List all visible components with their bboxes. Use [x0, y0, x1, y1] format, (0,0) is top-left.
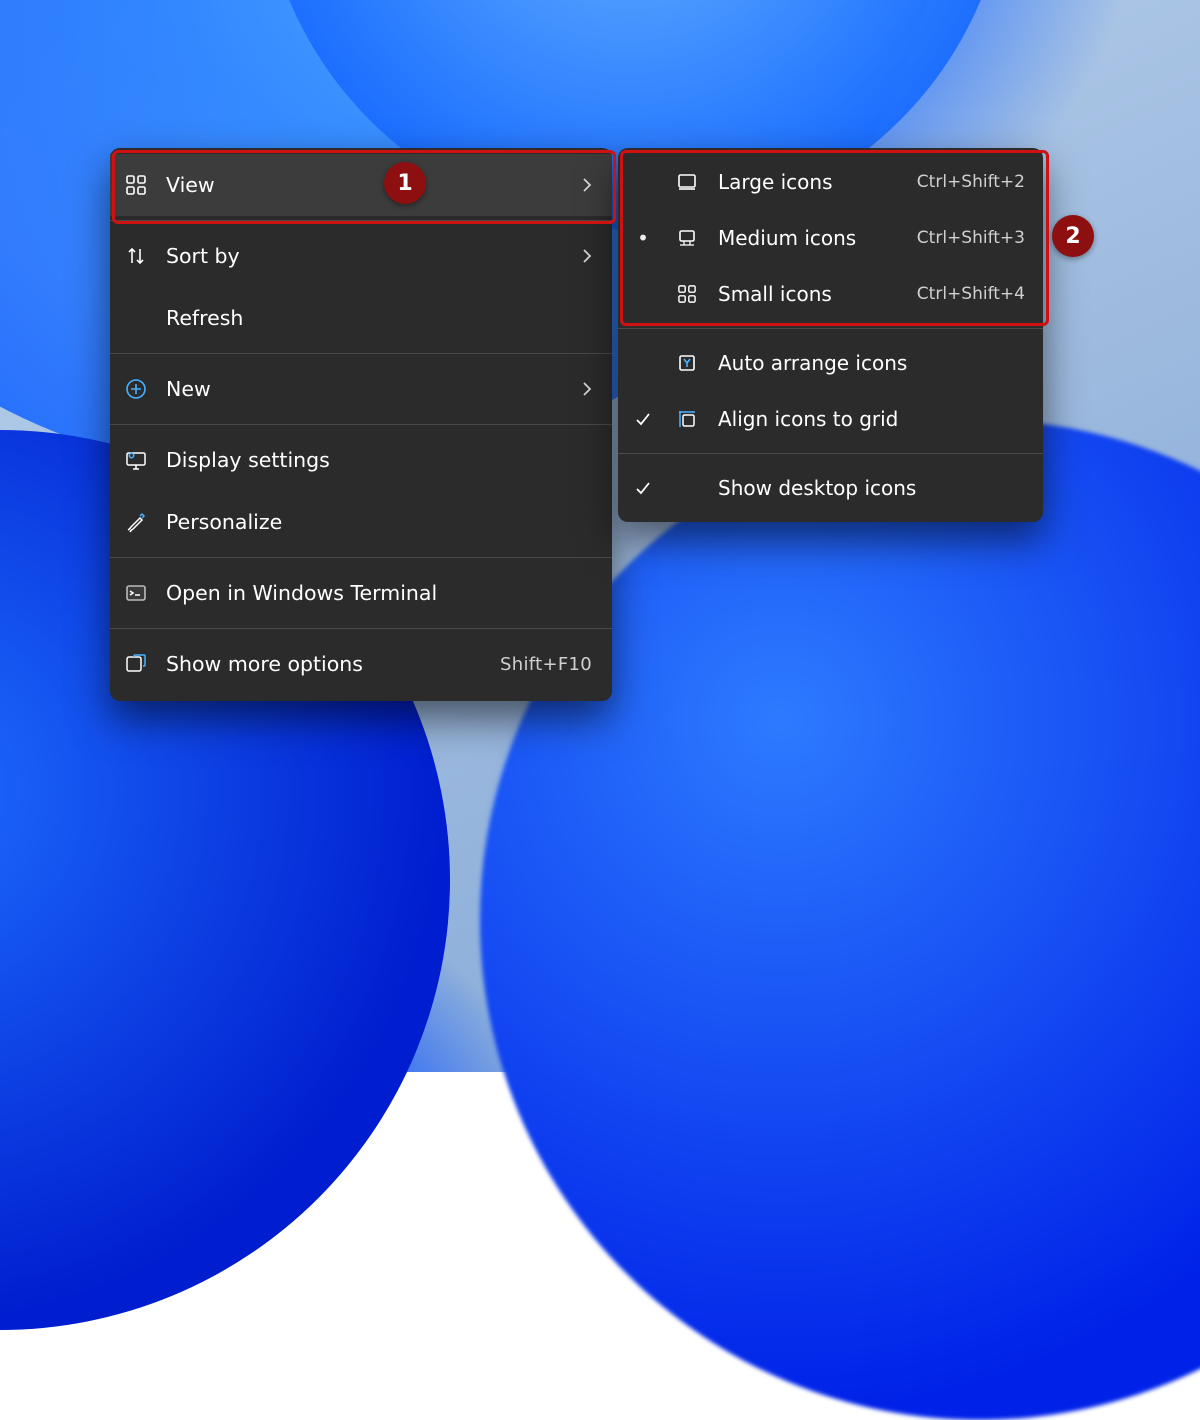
menu-item-label: Show desktop icons	[718, 476, 1025, 500]
menu-separator	[110, 353, 612, 354]
menu-item-windows-terminal[interactable]: Open in Windows Terminal	[110, 562, 612, 624]
menu-separator	[110, 628, 612, 629]
menu-item-label: Sort by	[166, 244, 564, 268]
large-icons-icon	[674, 170, 700, 194]
menu-item-shortcut: Ctrl+Shift+3	[917, 228, 1025, 248]
menu-item-display-settings[interactable]: Display settings	[110, 429, 612, 491]
menu-item-label: New	[166, 377, 564, 401]
plus-circle-icon	[124, 377, 148, 401]
menu-item-refresh[interactable]: Refresh	[110, 287, 612, 349]
menu-item-label: Open in Windows Terminal	[166, 581, 592, 605]
menu-item-label: Show more options	[166, 652, 482, 676]
check-indicator-checked	[630, 480, 656, 496]
chevron-right-icon	[582, 177, 592, 193]
menu-item-label: Personalize	[166, 510, 592, 534]
submenu-item-align-to-grid[interactable]: Align icons to grid	[618, 391, 1043, 447]
menu-item-label: View	[166, 173, 564, 197]
menu-item-label: Align icons to grid	[718, 407, 1025, 431]
menu-item-label: Large icons	[718, 170, 899, 194]
menu-separator	[618, 453, 1043, 454]
menu-separator	[110, 557, 612, 558]
submenu-item-medium-icons[interactable]: • Medium icons Ctrl+Shift+3	[618, 210, 1043, 266]
menu-item-view[interactable]: View	[110, 154, 612, 216]
blank-icon	[124, 306, 148, 330]
menu-separator	[110, 424, 612, 425]
small-icons-icon	[674, 282, 700, 306]
paintbrush-icon	[124, 510, 148, 534]
menu-item-show-more-options[interactable]: Show more options Shift+F10	[110, 633, 612, 695]
view-submenu: Large icons Ctrl+Shift+2 • Medium icons …	[618, 148, 1043, 522]
menu-item-label: Auto arrange icons	[718, 351, 1025, 375]
annotation-badge-1: 1	[384, 162, 426, 204]
desktop-context-menu: View Sort by Refresh New	[110, 148, 612, 701]
menu-item-shortcut: Ctrl+Shift+4	[917, 284, 1025, 304]
grid-icon	[124, 173, 148, 197]
blank-icon	[674, 476, 700, 500]
terminal-icon	[124, 581, 148, 605]
menu-item-new[interactable]: New	[110, 358, 612, 420]
submenu-item-large-icons[interactable]: Large icons Ctrl+Shift+2	[618, 154, 1043, 210]
auto-arrange-icon	[674, 351, 700, 375]
chevron-right-icon	[582, 248, 592, 264]
menu-item-label: Display settings	[166, 448, 592, 472]
menu-item-label: Medium icons	[718, 226, 899, 250]
submenu-item-show-desktop-icons[interactable]: Show desktop icons	[618, 460, 1043, 516]
menu-item-shortcut: Ctrl+Shift+2	[917, 172, 1025, 192]
chevron-right-icon	[582, 381, 592, 397]
display-settings-icon	[124, 448, 148, 472]
submenu-item-auto-arrange[interactable]: Auto arrange icons	[618, 335, 1043, 391]
check-indicator-checked	[630, 411, 656, 427]
annotation-badge-2: 2	[1052, 215, 1094, 257]
more-options-icon	[124, 652, 148, 676]
menu-item-label: Small icons	[718, 282, 899, 306]
medium-icons-icon	[674, 226, 700, 250]
submenu-item-small-icons[interactable]: Small icons Ctrl+Shift+4	[618, 266, 1043, 322]
menu-item-sort-by[interactable]: Sort by	[110, 225, 612, 287]
radio-indicator-selected: •	[630, 226, 656, 250]
menu-item-label: Refresh	[166, 306, 592, 330]
menu-item-shortcut: Shift+F10	[500, 654, 592, 675]
menu-separator	[110, 220, 612, 221]
menu-separator	[618, 328, 1043, 329]
menu-item-personalize[interactable]: Personalize	[110, 491, 612, 553]
align-grid-icon	[674, 407, 700, 431]
sort-icon	[124, 244, 148, 268]
